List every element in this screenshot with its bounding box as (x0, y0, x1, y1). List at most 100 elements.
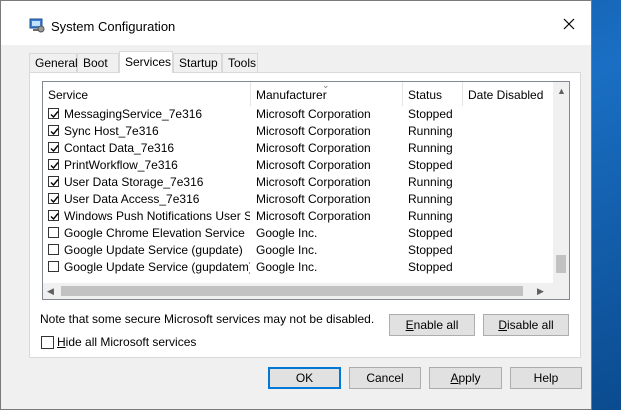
column-header-status[interactable]: Status (403, 82, 463, 106)
disable-all-button[interactable]: Disable all (483, 314, 569, 336)
help-button[interactable]: Help (510, 367, 582, 389)
window-title: System Configuration (51, 19, 176, 34)
tab-general[interactable]: General (29, 53, 78, 72)
service-checkbox[interactable] (48, 244, 59, 255)
tab-tools[interactable]: Tools (222, 53, 258, 72)
services-list[interactable]: Service Manufacturer ⌄ Status Date Disab… (42, 81, 570, 300)
title-bar: System Configuration (1, 1, 591, 45)
hide-microsoft-services-checkbox[interactable] (41, 336, 54, 349)
scroll-right-icon[interactable]: ▶ (537, 286, 544, 296)
tab-startup[interactable]: Startup (173, 53, 222, 72)
column-label: Service (48, 88, 89, 102)
table-row[interactable]: MessagingService_7e316 Microsoft Corporat… (43, 106, 555, 123)
service-checkbox[interactable] (48, 176, 59, 187)
button-label: nable all (413, 318, 459, 332)
service-name: User Data Storage_7e316 (64, 175, 204, 189)
scroll-left-icon[interactable]: ◀ (47, 286, 54, 296)
service-status: Stopped (408, 158, 453, 172)
service-manufacturer: Microsoft Corporation (256, 158, 371, 172)
service-checkbox[interactable] (48, 108, 59, 119)
tab-label: Services (125, 55, 172, 69)
accelerator-key: D (498, 318, 507, 332)
table-row[interactable]: Google Update Service (gupdatem) Google I… (43, 259, 555, 276)
vertical-scroll-thumb[interactable] (556, 255, 566, 273)
tab-label: Startup (179, 56, 218, 70)
service-manufacturer: Microsoft Corporation (256, 192, 371, 206)
service-checkbox[interactable] (48, 261, 59, 272)
service-status: Stopped (408, 243, 453, 257)
accelerator-key: E (405, 318, 414, 332)
service-manufacturer: Microsoft Corporation (256, 124, 371, 138)
service-status: Running (408, 141, 453, 155)
service-name: MessagingService_7e316 (64, 107, 203, 121)
service-checkbox[interactable] (48, 193, 59, 204)
service-name: Google Chrome Elevation Service (64, 226, 245, 240)
system-configuration-dialog: System Configuration General Boot Servic… (0, 0, 592, 410)
service-manufacturer: Google Inc. (256, 243, 318, 257)
service-name: User Data Access_7e316 (64, 192, 200, 206)
close-icon[interactable] (559, 14, 579, 34)
button-label: isable all (506, 318, 554, 332)
table-row[interactable]: PrintWorkflow_7e316 Microsoft Corporation… (43, 157, 555, 174)
table-row[interactable]: User Data Storage_7e316 Microsoft Corpora… (43, 174, 555, 191)
service-status: Running (408, 209, 453, 223)
service-manufacturer: Microsoft Corporation (256, 175, 371, 189)
list-header: Service Manufacturer ⌄ Status Date Disab… (43, 82, 555, 106)
service-manufacturer: Microsoft Corporation (256, 141, 371, 155)
service-name: Windows Push Notifications User Se... (64, 209, 250, 223)
service-name: PrintWorkflow_7e316 (64, 158, 178, 172)
table-row[interactable]: User Data Access_7e316 Microsoft Corporat… (43, 191, 555, 208)
button-label: pply (458, 371, 481, 385)
accelerator-key: H (57, 335, 66, 349)
table-row[interactable]: Windows Push Notifications User Se... Mic… (43, 208, 555, 225)
table-row[interactable]: Sync Host_7e316 Microsoft Corporation Runn… (43, 123, 555, 140)
column-header-service[interactable]: Service (43, 82, 251, 106)
hide-microsoft-services-label[interactable]: Hide all Microsoft services (57, 335, 196, 349)
service-checkbox[interactable] (48, 227, 59, 238)
cancel-button[interactable]: Cancel (349, 367, 421, 389)
column-label: Date Disabled (468, 88, 544, 102)
ok-button[interactable]: OK (268, 367, 341, 389)
checkbox-label: ide all Microsoft services (65, 335, 197, 349)
service-checkbox[interactable] (48, 159, 59, 170)
service-manufacturer: Microsoft Corporation (256, 209, 371, 223)
scroll-up-icon[interactable]: ▲ (557, 86, 566, 96)
service-status: Stopped (408, 226, 453, 240)
table-row[interactable]: Google Chrome Elevation Service Google In… (43, 225, 555, 242)
service-rows: MessagingService_7e316 Microsoft Corporat… (43, 106, 555, 276)
accelerator-key: A (450, 371, 459, 385)
service-status: Running (408, 124, 453, 138)
service-manufacturer: Google Inc. (256, 226, 318, 240)
services-panel: Service Manufacturer ⌄ Status Date Disab… (29, 72, 581, 358)
service-status: Running (408, 175, 453, 189)
column-label: Status (408, 88, 443, 102)
tab-boot[interactable]: Boot (77, 53, 119, 72)
tab-label: Boot (83, 56, 108, 70)
service-name: Sync Host_7e316 (64, 124, 159, 138)
service-checkbox[interactable] (48, 210, 59, 221)
service-checkbox[interactable] (48, 142, 59, 153)
tab-label: Tools (228, 56, 257, 70)
service-status: Stopped (408, 107, 453, 121)
tab-services[interactable]: Services (119, 51, 173, 73)
service-status: Running (408, 192, 453, 206)
tab-label: General (35, 56, 78, 70)
sort-chevron-icon: ⌄ (322, 81, 330, 90)
service-manufacturer: Microsoft Corporation (256, 107, 371, 121)
vertical-scrollbar[interactable]: ▲ (553, 82, 569, 283)
column-label: Manufacturer (256, 88, 327, 102)
service-checkbox[interactable] (48, 125, 59, 136)
note-text: Note that some secure Microsoft services… (40, 312, 375, 326)
horizontal-scrollbar[interactable]: ◀ ▶ (43, 283, 569, 299)
service-status: Stopped (408, 260, 453, 274)
service-name: Contact Data_7e316 (64, 141, 175, 155)
enable-all-button[interactable]: Enable all (389, 314, 475, 336)
column-header-date-disabled[interactable]: Date Disabled (463, 82, 555, 106)
service-name: Google Update Service (gupdate) (64, 243, 243, 257)
system-config-icon (29, 18, 45, 33)
service-manufacturer: Google Inc. (256, 260, 318, 274)
horizontal-scroll-thumb[interactable] (61, 286, 523, 296)
apply-button[interactable]: Apply (429, 367, 502, 389)
table-row[interactable]: Contact Data_7e316 Microsoft Corporation R… (43, 140, 555, 157)
table-row[interactable]: Google Update Service (gupdate) Google In… (43, 242, 555, 259)
